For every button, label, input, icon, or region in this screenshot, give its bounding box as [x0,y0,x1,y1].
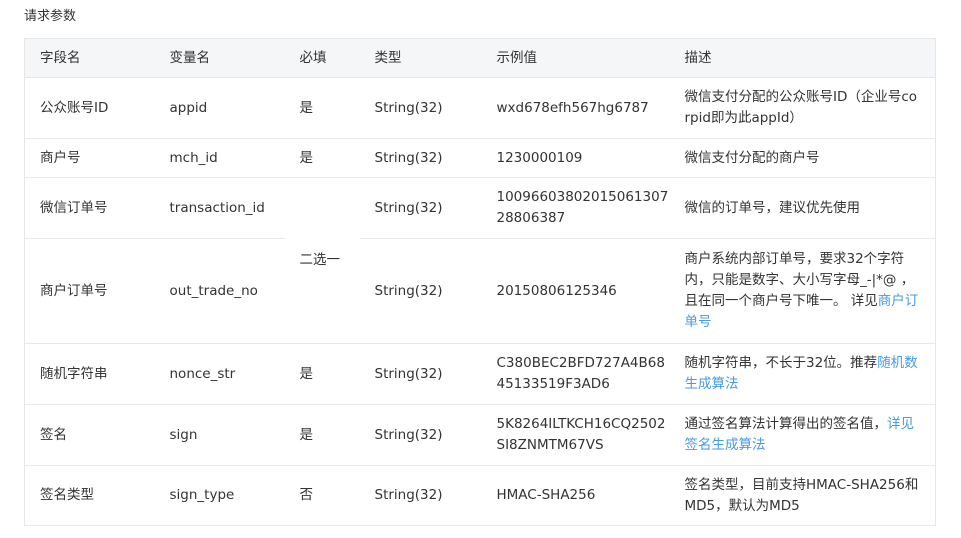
table-header-row: 字段名 变量名 必填 类型 示例值 描述 [24,38,936,78]
table-row: 公众账号ID appid 是 String(32) wxd678efh567hg… [24,77,936,139]
cell-required: 是 [284,343,360,405]
cell-required-merged: 二选一 [284,177,360,344]
cell-type: String(32) [359,138,482,178]
cell-field: 签名类型 [24,465,155,526]
header-type: 类型 [359,38,482,78]
request-params-table: 字段名 变量名 必填 类型 示例值 描述 公众账号ID appid 是 Stri… [24,38,936,526]
cell-required: 否 [284,465,360,526]
cell-example: 1009660380201506130728806387 [481,177,670,239]
table-row: 随机字符串 nonce_str 是 String(32) C380BEC2BFD… [24,343,936,405]
description-text: 通过签名算法计算得出的签名值， [684,416,888,432]
description-text: 微信支付分配的商户号 [684,149,820,166]
cell-field: 商户号 [24,138,155,178]
header-field: 字段名 [24,38,155,78]
cell-description: 签名类型，目前支持HMAC-SHA256和MD5，默认为MD5 [669,465,936,526]
header-example: 示例值 [481,38,670,78]
header-description: 描述 [669,38,936,78]
cell-variable: sign [154,404,285,466]
cell-type: String(32) [359,465,482,526]
cell-type: String(32) [359,77,482,139]
description-text: 微信的订单号，建议优先使用 [684,199,861,216]
page: 请求参数 字段名 变量名 必填 类型 示例值 描述 公众账号ID appid 是… [0,0,961,538]
cell-field: 随机字符串 [24,343,155,405]
cell-required: 是 [284,404,360,466]
cell-required: 是 [284,77,360,139]
description-text: 签名类型，目前支持HMAC-SHA256和MD5，默认为MD5 [684,476,919,514]
cell-type: String(32) [359,404,482,466]
cell-description: 随机字符串，不长于32位。推荐随机数生成算法 [669,343,936,405]
cell-description: 微信支付分配的商户号 [669,138,936,178]
cell-variable: nonce_str [154,343,285,405]
cell-example: 20150806125346 [481,238,670,344]
table-row: 商户订单号 out_trade_no String(32) 2015080612… [24,238,936,344]
cell-example: 5K8264ILTKCH16CQ2502SI8ZNMTM67VS [481,404,670,466]
cell-variable: mch_id [154,138,285,178]
description-text: 微信支付分配的公众账号ID（企业号corpid即为此appId） [684,89,918,126]
description-text: 随机字符串，不长于32位。推荐 [684,355,878,371]
cell-description: 微信支付分配的公众账号ID（企业号corpid即为此appId） [669,77,936,139]
cell-type: String(32) [359,177,482,239]
cell-field: 签名 [24,404,155,466]
section-title: 请求参数 [24,9,77,24]
cell-example: HMAC-SHA256 [481,465,670,526]
cell-field: 微信订单号 [24,177,155,239]
cell-variable: appid [154,77,285,139]
cell-example: C380BEC2BFD727A4B6845133519F3AD6 [481,343,670,405]
cell-variable: sign_type [154,465,285,526]
cell-example: wxd678efh567hg6787 [481,77,670,139]
cell-type: String(32) [359,238,482,344]
cell-example: 1230000109 [481,138,670,178]
table-row: 商户号 mch_id 是 String(32) 1230000109 微信支付分… [24,138,936,178]
table-row: 签名 sign 是 String(32) 5K8264ILTKCH16CQ250… [24,404,936,466]
cell-field: 公众账号ID [24,77,155,139]
cell-description: 通过签名算法计算得出的签名值，详见签名生成算法 [669,404,936,466]
cell-field: 商户订单号 [24,238,155,344]
cell-required: 是 [284,138,360,178]
cell-description: 微信的订单号，建议优先使用 [669,177,936,239]
table-row: 微信订单号 transaction_id 二选一 String(32) 1009… [24,177,936,344]
cell-type: String(32) [359,343,482,405]
table-row: 签名类型 sign_type 否 String(32) HMAC-SHA256 … [24,465,936,526]
cell-description: 商户系统内部订单号，要求32个字符内，只能是数字、大小写字母_-|*@ ，且在同… [669,238,936,344]
cell-variable: out_trade_no [154,238,285,344]
header-required: 必填 [284,38,360,78]
cell-variable: transaction_id [154,177,285,239]
header-variable: 变量名 [154,38,285,78]
